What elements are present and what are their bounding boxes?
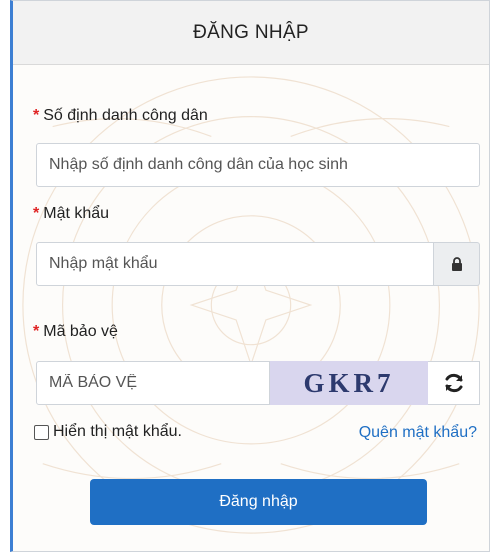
refresh-captcha-button[interactable] bbox=[428, 361, 480, 405]
page-title: ĐĂNG NHẬP bbox=[193, 21, 309, 43]
citizen-id-input[interactable] bbox=[36, 143, 480, 187]
required-mark: * bbox=[33, 205, 40, 222]
show-password-checkbox-row[interactable]: Hiển thị mật khẩu. bbox=[34, 423, 182, 441]
password-input[interactable] bbox=[36, 242, 434, 286]
show-password-checkbox[interactable] bbox=[34, 424, 49, 440]
captcha-input[interactable] bbox=[36, 361, 270, 405]
forgot-password-link[interactable]: Quên mật khẩu? bbox=[359, 424, 477, 442]
captcha-image: GKR7 bbox=[270, 361, 428, 405]
required-mark: * bbox=[33, 107, 40, 124]
login-card: ĐĂNG NHẬP *Số định danh công dân *Mật kh… bbox=[10, 0, 490, 552]
login-header: ĐĂNG NHẬP bbox=[13, 1, 489, 65]
password-label: * Mật khẩu bbox=[33, 205, 110, 222]
login-button[interactable]: Đăng nhập bbox=[90, 479, 427, 525]
captcha-label: * Mã bảo vệ bbox=[33, 323, 118, 340]
lock-icon bbox=[451, 256, 462, 271]
required-mark: * bbox=[33, 323, 40, 340]
captcha-text: GKR7 bbox=[303, 367, 395, 398]
show-password-label: Hiển thị mật khẩu. bbox=[53, 423, 182, 440]
refresh-icon bbox=[445, 373, 462, 393]
password-lock-addon bbox=[434, 242, 480, 286]
id-label: * Số định danh công dân bbox=[33, 107, 208, 124]
